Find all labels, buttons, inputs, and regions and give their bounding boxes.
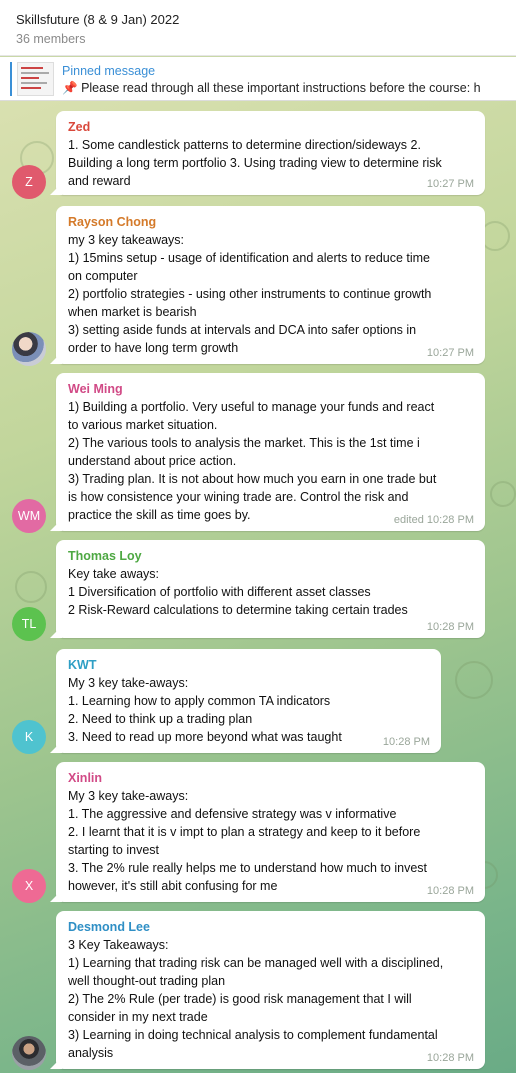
chat-header[interactable]: Skillsfuture (8 & 9 Jan) 2022 36 members [0,0,516,56]
message-line: Key take aways: [68,567,160,581]
message-line: 1. The aggressive and defensive strategy… [68,807,397,821]
message-line: 1) 15mins setup - usage of identificatio… [68,251,431,265]
message-list[interactable]: Zed 1. Some candlestick patterns to dete… [0,101,516,1073]
message-line: 3 Key Takeaways: [68,938,169,952]
message-line: however, it's still abit confusing for m… [68,879,278,893]
message-line: 1) Building a portfolio. Very useful to … [68,400,435,414]
message-line: understand about price action. [68,454,237,468]
message-bubble[interactable]: Xinlin My 3 key take-aways: 1. The aggre… [56,762,485,902]
member-count: 36 members [16,32,86,46]
message-bubble[interactable]: Zed 1. Some candlestick patterns to dete… [56,111,485,195]
avatar[interactable]: WM [12,499,46,533]
pinned-message-bar[interactable]: Pinned message 📌 Please read through all… [0,57,516,101]
message-bubble[interactable]: Wei Ming 1) Building a portfolio. Very u… [56,373,485,531]
message-line: Building a long term portfolio 3. Using … [68,156,442,170]
pinned-thumbnail [17,62,54,96]
sender-name: Desmond Lee [68,920,150,934]
pinned-label: Pinned message [62,64,156,78]
avatar-photo[interactable] [12,332,46,366]
pinned-accent-bar [10,62,12,96]
message-line: order to have long term growth [68,341,239,355]
message-line: when market is bearish [68,305,197,319]
message-line: 2) The 2% Rule (per trade) is good risk … [68,992,412,1006]
message-line: My 3 key take-aways: [68,789,189,803]
message-bubble[interactable]: Desmond Lee 3 Key Takeaways: 1) Learning… [56,911,485,1069]
message-line: 3) Trading plan. It is not about how muc… [68,472,437,486]
message-line: 3. The 2% rule really helps me to unders… [68,861,427,875]
message-line: 3) setting aside funds at intervals and … [68,323,417,337]
sender-name: Rayson Chong [68,215,157,229]
message-time: edited 10:28 PM [393,514,474,526]
message-line: consider in my next trade [68,1010,208,1024]
message-line: and reward [68,174,131,188]
message-bubble[interactable]: Thomas Loy Key take aways: 1 Diversifica… [56,540,485,638]
message-time: 10:28 PM [426,885,474,897]
pinned-preview: Please read through all these important … [81,81,481,95]
message-line: analysis [68,1046,114,1060]
message-line: 2. Need to think up a trading plan [68,712,253,726]
message-line: 1. Learning how to apply common TA indic… [68,694,331,708]
message-line: on computer [68,269,138,283]
message-time: 10:28 PM [382,736,430,748]
avatar[interactable]: K [12,720,46,754]
sender-name: Wei Ming [68,382,123,396]
message-line: 2 Risk-Reward calculations to determine … [68,603,408,617]
message-time: 10:28 PM [426,1052,474,1064]
message-bubble[interactable]: Rayson Chong my 3 key takeaways: 1) 15mi… [56,206,485,364]
message-line: 3) Learning in doing technical analysis … [68,1028,438,1042]
sender-name: KWT [68,658,97,672]
message-line: my 3 key takeaways: [68,233,185,247]
message-time: 10:28 PM [426,621,474,633]
avatar[interactable]: TL [12,607,46,641]
sender-name: Thomas Loy [68,549,142,563]
message-line: 2) portfolio strategies - using other in… [68,287,432,301]
avatar[interactable]: X [12,869,46,903]
sender-name: Zed [68,120,91,134]
avatar-photo[interactable] [12,1036,46,1070]
message-line: My 3 key take-aways: [68,676,189,690]
pushpin-icon: 📌 [62,81,78,95]
message-line: 1) Learning that trading risk can be man… [68,956,444,970]
message-line: 2. I learnt that it is v impt to plan a … [68,825,421,839]
pinned-text: 📌 Please read through all these importan… [62,81,481,96]
chat-title: Skillsfuture (8 & 9 Jan) 2022 [16,12,180,27]
message-time: 10:27 PM [426,347,474,359]
message-line: 3. Need to read up more beyond what was … [68,730,342,744]
message-line: is how consistence your wining trade are… [68,490,409,504]
message-line: well thought-out trading plan [68,974,226,988]
message-bubble[interactable]: KWT My 3 key take-aways: 1. Learning how… [56,649,441,753]
message-time: 10:27 PM [426,178,474,190]
message-line: 1 Diversification of portfolio with diff… [68,585,371,599]
message-line: starting to invest [68,843,160,857]
message-line: 2) The various tools to analysis the mar… [68,436,420,450]
sender-name: Xinlin [68,771,103,785]
avatar[interactable]: Z [12,165,46,199]
message-line: to various market situation. [68,418,218,432]
message-line: 1. Some candlestick patterns to determin… [68,138,421,152]
